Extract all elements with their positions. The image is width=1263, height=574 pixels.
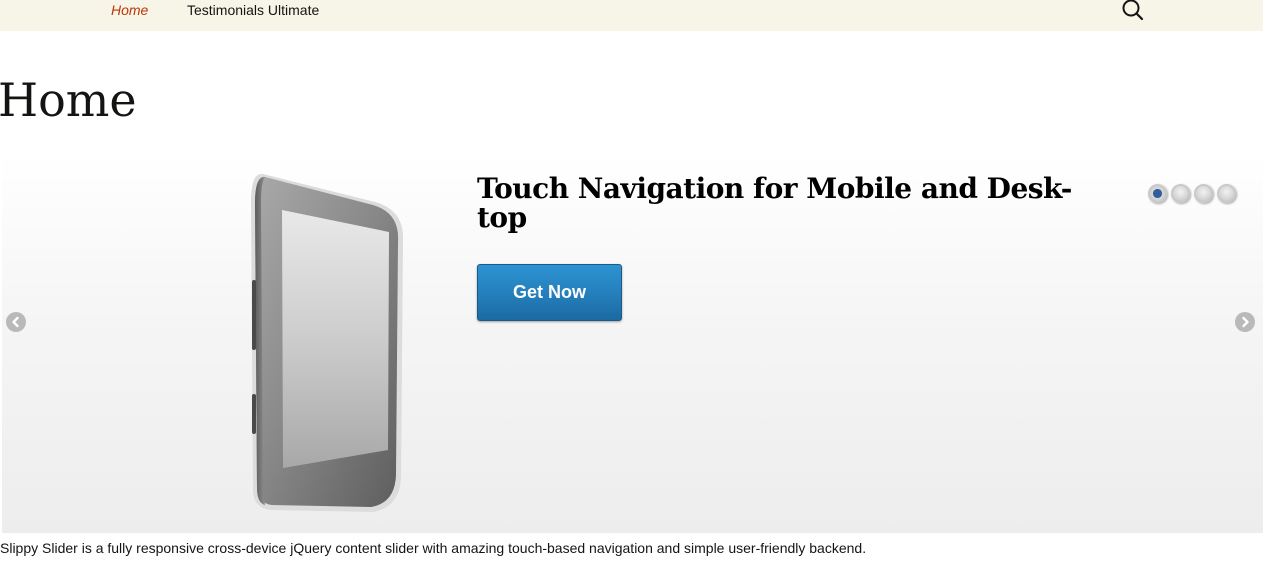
page-title: Home bbox=[0, 73, 137, 127]
slider-description: Slippy Slider is a fully responsive cros… bbox=[0, 540, 867, 556]
slide-dot-4[interactable] bbox=[1217, 184, 1236, 203]
nav-item-home[interactable]: Home bbox=[111, 0, 148, 20]
chevron-right-icon[interactable] bbox=[1235, 312, 1255, 332]
slide-title: Touch Navigation for Mobile and Desk-top bbox=[477, 172, 1072, 234]
top-navigation-bar: Home Testimonials Ultimate bbox=[0, 0, 1263, 31]
slide-dot-3[interactable] bbox=[1194, 184, 1213, 203]
content-slider: Touch Navigation for Mobile and Desk-top… bbox=[2, 152, 1263, 533]
search-icon[interactable] bbox=[1119, 0, 1147, 24]
slider-pagination bbox=[1148, 184, 1236, 204]
chevron-left-icon[interactable] bbox=[6, 312, 26, 332]
tablet-device-image bbox=[245, 172, 410, 517]
slide-dot-1[interactable] bbox=[1148, 184, 1167, 203]
nav-item-testimonials-ultimate[interactable]: Testimonials Ultimate bbox=[187, 0, 319, 20]
get-now-button[interactable]: Get Now bbox=[477, 264, 622, 321]
slide-dot-2[interactable] bbox=[1171, 184, 1190, 203]
